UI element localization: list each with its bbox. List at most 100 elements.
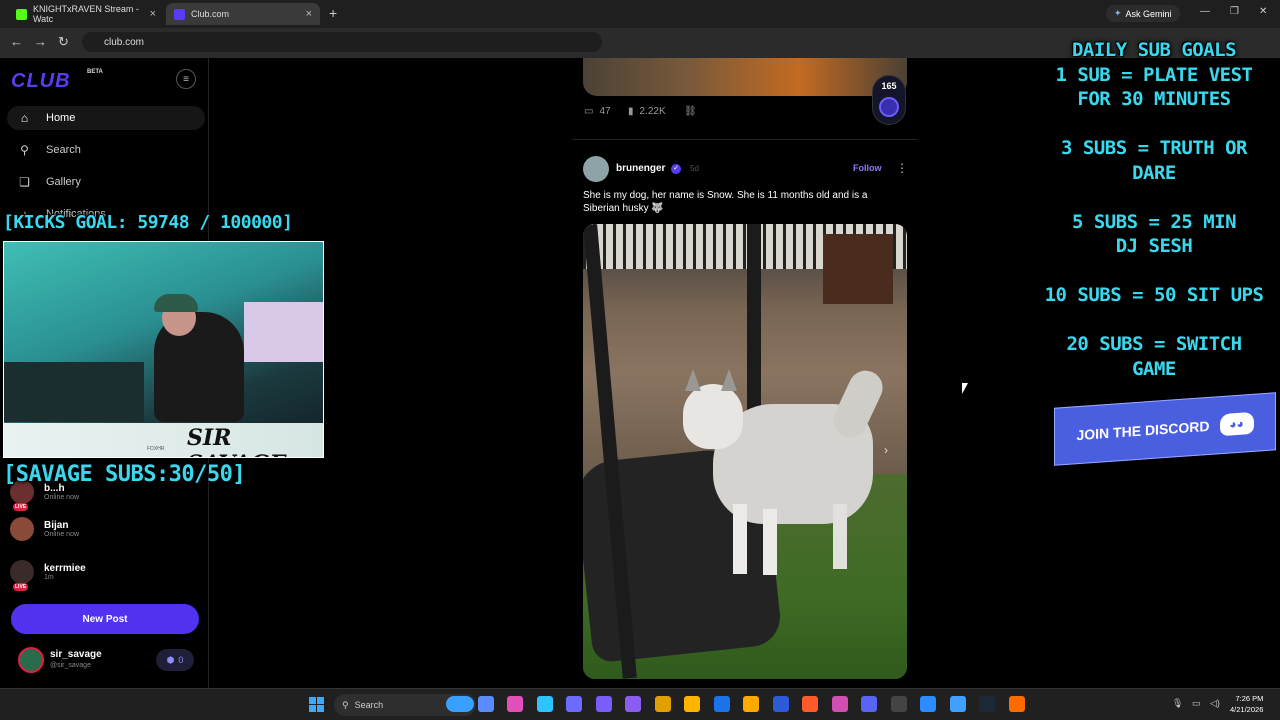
daily-sub-goals-overlay: DAILY SUB GOALS 1 SUB = PLATE VEST FOR 30 … — [1030, 38, 1278, 381]
avatar: LIVE — [10, 560, 34, 591]
tab-knightxraven[interactable]: KNIGHTxRAVEN Stream - Watc × — [8, 3, 164, 25]
app-icon[interactable] — [566, 696, 582, 712]
user-status: Online now — [44, 531, 80, 538]
capcut-icon[interactable] — [890, 696, 907, 712]
copilot-icon[interactable] — [507, 696, 523, 712]
taskbar-search-label: Search — [354, 700, 384, 710]
list-item[interactable]: LIVE kerrmiee 1m — [10, 554, 200, 591]
goal-line: GAME — [1132, 357, 1176, 380]
goal-line: DAILY SUB GOALS — [1071, 39, 1237, 61]
maximize-icon[interactable]: ❐ — [1230, 6, 1239, 17]
post-time: 5d — [690, 164, 699, 173]
network-icon[interactable]: ▭ — [1192, 698, 1201, 709]
points-badge[interactable]: ⬢ 0 — [156, 649, 194, 671]
photo-bench — [823, 234, 893, 304]
avatar[interactable] — [583, 156, 609, 182]
sidebar-item-home[interactable]: ⌂ Home — [7, 106, 205, 130]
points-icon: ⬢ — [166, 654, 175, 665]
taskbar-clock[interactable]: 7:26 PM 4/21/2026 — [1230, 693, 1263, 715]
follow-button[interactable]: Follow — [853, 163, 882, 173]
previous-post-image[interactable] — [583, 58, 907, 96]
new-tab-button[interactable]: + — [329, 5, 337, 21]
ask-gemini-button[interactable]: ✦ Ask Gemini — [1106, 5, 1180, 22]
back-icon[interactable]: ← — [10, 34, 23, 49]
comments-stat[interactable]: ▭ 47 — [584, 106, 611, 117]
new-post-button[interactable]: New Post — [11, 604, 199, 634]
list-item[interactable]: Bijan Online now — [10, 511, 200, 547]
post-photo[interactable] — [583, 224, 907, 679]
views-stat: ▮ 2.22K — [628, 106, 666, 117]
discord-label: JOIN THE DISCORD — [1076, 417, 1210, 444]
cam-desk — [4, 362, 144, 422]
widgets-icon[interactable] — [446, 696, 474, 712]
post-text: She is my dog, her name is Snow. She is … — [583, 190, 868, 214]
tab-label: Club.com — [191, 9, 230, 19]
views-icon: ▮ — [628, 106, 634, 117]
comments-count: 47 — [599, 106, 611, 117]
forward-icon[interactable]: → — [34, 34, 47, 49]
cam-name-logo: SIR SAVAGE — [187, 425, 286, 457]
photo-dog-leg — [763, 509, 777, 575]
verified-icon: ✓ — [671, 164, 681, 174]
profile-handle: @sir_savage — [50, 662, 91, 669]
goal-line: 1 SUB = PLATE VEST — [1055, 63, 1253, 86]
chrome-icon[interactable] — [684, 696, 700, 712]
goal-spacer — [1030, 308, 1278, 333]
edge-icon[interactable] — [536, 696, 553, 712]
close-tab-icon[interactable]: × — [306, 8, 312, 20]
minimize-icon[interactable]: — — [1200, 6, 1210, 17]
share-link-icon[interactable]: ⛓ — [684, 106, 697, 117]
views-count: 2.22K — [639, 106, 666, 117]
microphone-icon[interactable]: 🎙 — [1172, 698, 1183, 709]
app-icon[interactable] — [713, 696, 730, 712]
close-tab-icon[interactable]: × — [150, 8, 156, 20]
comment-icon: ▭ — [584, 106, 594, 117]
app-icon[interactable] — [743, 696, 759, 712]
goal-line: 5 SUBS = 25 MIN — [1071, 210, 1237, 233]
url-field[interactable]: club.com — [82, 32, 602, 52]
app-icon[interactable] — [595, 696, 612, 712]
photo-dog-ear — [721, 369, 737, 391]
windows-start-icon[interactable] — [309, 697, 324, 712]
steam-icon[interactable] — [979, 696, 995, 712]
sidebar-item-label: Home — [46, 112, 76, 124]
menu-icon[interactable]: ≡ — [176, 69, 196, 89]
profile-name[interactable]: sir_savage — [50, 649, 102, 660]
post-username[interactable]: brunenger — [616, 163, 665, 174]
gemini-sparkle-icon: ✦ — [1114, 8, 1122, 18]
app-icon[interactable] — [831, 696, 848, 712]
user-status: 1m — [44, 574, 54, 581]
user-name: Bijan — [44, 520, 69, 531]
task-view-icon[interactable] — [477, 696, 494, 712]
tab-club[interactable]: Club.com × — [166, 3, 320, 25]
avatar[interactable] — [18, 647, 44, 673]
sidebar-item-gallery[interactable]: ❏ Gallery — [7, 170, 205, 194]
soundcloud-icon[interactable] — [802, 696, 818, 712]
goal-line: DARE — [1132, 161, 1176, 184]
reload-icon[interactable]: ↻ — [58, 34, 69, 50]
next-image-icon[interactable]: › — [884, 443, 888, 457]
more-options-icon[interactable]: ⋮ — [896, 161, 908, 175]
explorer-icon[interactable] — [654, 696, 671, 712]
close-window-icon[interactable]: ✕ — [1259, 6, 1267, 17]
discord-icon[interactable] — [861, 696, 877, 712]
search-icon: ⚲ — [342, 699, 349, 710]
avatar — [10, 517, 34, 541]
sidebar-item-search[interactable]: ⚲ Search — [7, 138, 205, 162]
home-icon: ⌂ — [20, 111, 29, 125]
goal-line: DJ SESH — [1115, 235, 1193, 257]
app-icon[interactable] — [625, 696, 641, 712]
app-icon[interactable] — [772, 696, 789, 712]
savage-subs-overlay: [SAVAGE SUBS:30/50] — [3, 462, 246, 487]
club-logo[interactable]: CLUB — [11, 70, 71, 93]
app-icon[interactable] — [920, 696, 936, 712]
live-badge: LIVE — [13, 583, 29, 591]
beta-badge: BETA — [87, 69, 103, 75]
app-icon[interactable] — [1008, 696, 1025, 712]
goal-line: 10 SUBS = 50 SIT UPS — [1044, 284, 1264, 306]
kicks-goal-overlay: [KICKS GOAL: 59748 / 100000] — [3, 212, 293, 233]
volume-icon[interactable]: ◁) — [1210, 698, 1220, 709]
app-icon[interactable] — [949, 696, 966, 712]
photo-dog-ear — [685, 369, 701, 391]
clock-date: 4/21/2026 — [1230, 705, 1264, 714]
